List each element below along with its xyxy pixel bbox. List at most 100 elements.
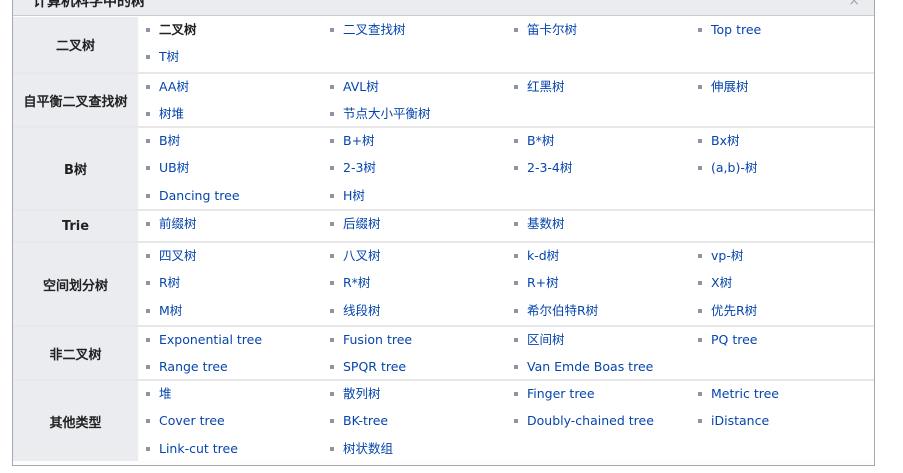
navbox-link[interactable]: R*树 (343, 274, 370, 292)
navbox-link[interactable]: 线段树 (343, 302, 381, 320)
navbox-link[interactable]: R+树 (527, 274, 559, 292)
navbox-link[interactable]: UB树 (159, 159, 189, 177)
navbox-link[interactable]: Fusion tree (343, 331, 412, 349)
bullet-icon (514, 254, 518, 258)
navbox-title-bar: 计算机科学中的树 × (13, 0, 874, 16)
navbox-link[interactable]: 树堆 (159, 105, 184, 123)
navbox-link[interactable]: AVL树 (343, 78, 379, 96)
navbox-link[interactable]: 节点大小平衡树 (343, 105, 431, 123)
navbox-link[interactable]: Cover tree (159, 412, 225, 430)
navbox-link[interactable]: B+树 (343, 132, 375, 150)
group-list: Exponential tree Fusion tree 区间树 PQ tree Ran… (140, 327, 874, 379)
navbox-link[interactable]: 四叉树 (159, 247, 197, 265)
navbox-link[interactable]: 基数树 (527, 215, 565, 233)
bullet-icon (514, 139, 518, 143)
bullet-icon (514, 281, 518, 286)
bullet-icon (146, 28, 150, 32)
navbox-link[interactable]: PQ tree (711, 331, 758, 349)
bullet-icon (514, 338, 518, 342)
navbox-link[interactable]: 八叉树 (343, 247, 381, 265)
navbox: 计算机科学中的树 × 二叉树 二叉树 二叉查找树 笛卡尔树 Top tree T树 自平衡二… (12, 0, 875, 466)
navbox-link[interactable]: T树 (159, 48, 179, 66)
navbox-group-row: B树 B树 B+树 B*树 Bx树 UB树 2-3树 2-3-4树 (a,b)-树 Dancing… (13, 128, 874, 209)
navbox-link[interactable]: M树 (159, 302, 182, 320)
navbox-link[interactable]: Link-cut tree (159, 440, 238, 458)
bullet-icon (146, 365, 150, 370)
bullet-icon (330, 166, 334, 171)
navbox-link[interactable]: 红黑树 (527, 78, 565, 96)
bullet-icon (330, 139, 334, 143)
bullet-icon (146, 112, 150, 117)
bullet-icon (514, 308, 518, 313)
bullet-icon (698, 254, 702, 258)
navbox-group-row: Trie 前缀树 后缀树 基数树 (13, 211, 874, 241)
navbox-link[interactable]: 笛卡尔树 (527, 21, 577, 39)
navbox-link[interactable]: Metric tree (711, 385, 779, 403)
bullet-icon (514, 222, 518, 226)
navbox-link[interactable]: k-d树 (527, 247, 559, 265)
navbox-link[interactable]: Exponential tree (159, 331, 262, 349)
navbox-link[interactable]: 前缀树 (159, 215, 197, 233)
bullet-icon (514, 392, 518, 396)
bullet-icon (698, 28, 702, 32)
bullet-icon (330, 112, 334, 117)
navbox-link[interactable]: B树 (159, 132, 180, 150)
navbox-link[interactable]: iDistance (711, 412, 769, 430)
navbox-link[interactable]: AA树 (159, 78, 189, 96)
navbox-link[interactable]: Doubly-chained tree (527, 412, 654, 430)
navbox-link[interactable]: Range tree (159, 358, 228, 376)
navbox-link[interactable]: (a,b)-树 (711, 159, 757, 177)
bullet-icon (330, 308, 334, 313)
navbox-link[interactable]: Van Emde Boas tree (527, 358, 653, 376)
bullet-icon (146, 392, 150, 396)
navbox-link[interactable]: SPQR tree (343, 358, 406, 376)
navbox-link[interactable]: vp-树 (711, 247, 743, 265)
group-label: B树 (13, 128, 138, 209)
navbox-link[interactable]: 2-3-4树 (527, 159, 572, 177)
navbox-link[interactable]: Finger tree (527, 385, 595, 403)
group-list: 四叉树 八叉树 k-d树 vp-树 R树 R*树 R+树 X树 M树 线段树 希尔伯特R树 优先R树 (140, 243, 874, 325)
group-label: 自平衡二叉查找树 (13, 74, 138, 126)
navbox-link[interactable]: R树 (159, 274, 180, 292)
bullet-icon (330, 193, 334, 198)
bullet-icon (514, 166, 518, 171)
navbox-link[interactable]: B*树 (527, 132, 554, 150)
navbox-link[interactable]: 二叉查找树 (343, 21, 406, 39)
bullet-icon (146, 85, 150, 89)
navbox-group-row: 空间划分树 四叉树 八叉树 k-d树 vp-树 R树 R*树 R+树 X树 M树 线段树 希尔伯特R树… (13, 243, 874, 325)
bullet-icon (698, 139, 702, 143)
bullet-icon (330, 392, 334, 396)
navbox-link[interactable]: Dancing tree (159, 187, 240, 205)
bullet-icon (330, 85, 334, 89)
bullet-icon (514, 365, 518, 370)
navbox-link[interactable]: 后缀树 (343, 215, 381, 233)
bullet-icon (146, 55, 150, 60)
close-icon[interactable]: × (848, 0, 860, 9)
navbox-link[interactable]: 堆 (159, 385, 172, 403)
navbox-group-row: 非二叉树 Exponential tree Fusion tree 区间树 PQ tre… (13, 327, 874, 379)
group-list: AA树 AVL树 红黑树 伸展树树堆 节点大小平衡树 (140, 74, 874, 126)
navbox-link[interactable]: BK-tree (343, 412, 388, 430)
bullet-icon (146, 281, 150, 286)
bullet-icon (698, 308, 702, 313)
navbox-link[interactable]: Top tree (711, 21, 761, 39)
group-label: 其他类型 (13, 381, 138, 461)
navbox-link[interactable]: 希尔伯特R树 (527, 302, 598, 320)
group-list: 前缀树 后缀树 基数树 (140, 211, 874, 241)
navbox-link[interactable]: 树状数组 (343, 440, 393, 458)
navbox-group-row: 自平衡二叉查找树 AA树 AVL树 红黑树 伸展树树堆 节点大小平衡树 (13, 74, 874, 126)
navbox-link[interactable]: H树 (343, 187, 365, 205)
bullet-icon (146, 193, 150, 198)
bullet-icon (330, 419, 334, 424)
bullet-icon (146, 446, 150, 451)
bullet-icon (330, 222, 334, 226)
navbox-link[interactable]: 散列树 (343, 385, 381, 403)
bullet-icon (330, 365, 334, 370)
navbox-link[interactable]: 2-3树 (343, 159, 376, 177)
navbox-link[interactable]: 优先R树 (711, 302, 757, 320)
navbox-link[interactable]: X树 (711, 274, 732, 292)
bullet-icon (698, 419, 702, 424)
navbox-link[interactable]: Bx树 (711, 132, 739, 150)
navbox-link[interactable]: 伸展树 (711, 78, 749, 96)
navbox-link[interactable]: 区间树 (527, 331, 565, 349)
